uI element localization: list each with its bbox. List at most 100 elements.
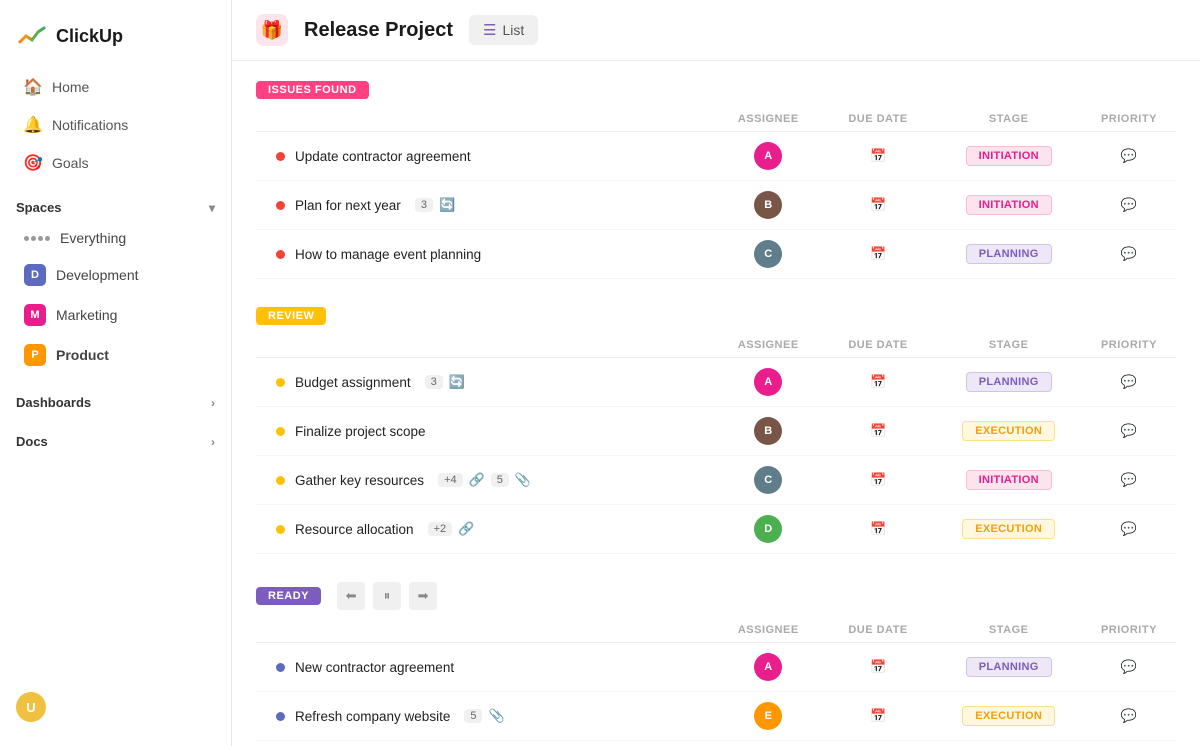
duedate-cell[interactable]: 📅 — [821, 456, 936, 505]
stage-badge[interactable]: INITIATION — [966, 470, 1052, 490]
col-header-name-issues — [256, 107, 716, 132]
spaces-collapse-icon: ▾ — [209, 201, 215, 215]
duedate-cell[interactable]: 📅 — [821, 181, 936, 230]
everything-icon — [24, 236, 50, 241]
sidebar-label-product: Product — [56, 347, 109, 363]
task-meta: 3🔄 — [425, 374, 465, 390]
paperclip-icon: 📎 — [515, 472, 531, 488]
priority-icon[interactable]: 💬 — [1121, 197, 1137, 212]
duedate-cell[interactable]: 📅 — [821, 358, 936, 407]
priority-icon[interactable]: 💬 — [1121, 472, 1137, 487]
priority-icon[interactable]: 💬 — [1121, 246, 1137, 261]
col-header-priority-issues: PRIORITY — [1082, 107, 1176, 132]
section-review: REVIEW ASSIGNEE DUE DATE STAGE PRIORITY … — [256, 307, 1176, 554]
section-ready: READY ⬅ ⏸ ➡ ASSIGNEE DUE DATE STAGE PRIO… — [256, 582, 1176, 746]
stage-badge[interactable]: EXECUTION — [962, 421, 1055, 441]
sidebar-label-goals: Goals — [52, 155, 89, 171]
task-dot — [276, 525, 285, 534]
duedate-cell[interactable]: 📅 — [821, 505, 936, 554]
task-count: 3 — [415, 198, 433, 212]
docs-label: Docs — [16, 434, 48, 449]
refresh-icon: 🔄 — [449, 374, 465, 390]
table-row: Update key objectives5📎 F 📅 EXECUTION 💬 — [256, 741, 1176, 746]
toolbar-btn-1[interactable]: ⬅ — [337, 582, 365, 610]
logo-area: ClickUp — [0, 12, 231, 68]
task-name[interactable]: Update contractor agreement — [295, 149, 471, 164]
toolbar-btn-3[interactable]: ➡ — [409, 582, 437, 610]
sidebar-item-marketing[interactable]: M Marketing — [8, 296, 223, 334]
sidebar-item-development[interactable]: D Development — [8, 256, 223, 294]
task-extra: +4 — [438, 473, 463, 487]
duedate-cell[interactable]: 📅 — [821, 407, 936, 456]
col-header-name-ready — [256, 618, 716, 643]
col-header-assignee-ready: ASSIGNEE — [716, 618, 821, 643]
sidebar-item-goals[interactable]: 🎯 Goals — [8, 145, 223, 181]
duedate-cell[interactable]: 📅 — [821, 230, 936, 279]
duedate-cell[interactable]: 📅 — [821, 692, 936, 741]
section-label-row-review: REVIEW — [256, 307, 1176, 325]
sidebar-item-notifications[interactable]: 🔔 Notifications — [8, 107, 223, 143]
sidebar-label-development: Development — [56, 267, 139, 283]
sidebar-item-product[interactable]: P Product — [8, 336, 223, 374]
stage-badge[interactable]: INITIATION — [966, 195, 1052, 215]
sidebar-section-dashboards[interactable]: Dashboards › — [0, 385, 231, 414]
refresh-icon: 🔄 — [439, 197, 455, 213]
task-name[interactable]: Finalize project scope — [295, 424, 426, 439]
stage-badge[interactable]: EXECUTION — [962, 706, 1055, 726]
table-row: Budget assignment3🔄 A 📅 PLANNING 💬 — [256, 358, 1176, 407]
duedate-cell[interactable]: 📅 — [821, 643, 936, 692]
task-name[interactable]: Resource allocation — [295, 522, 414, 537]
task-name[interactable]: How to manage event planning — [295, 247, 481, 262]
task-name[interactable]: Gather key resources — [295, 473, 424, 488]
project-title: Release Project — [304, 19, 453, 42]
table-row: New contractor agreement A 📅 PLANNING 💬 — [256, 643, 1176, 692]
user-avatar[interactable]: U — [16, 692, 46, 722]
sidebar: ClickUp 🏠 Home 🔔 Notifications 🎯 Goals S… — [0, 0, 232, 746]
table-row: Resource allocation +2🔗 D 📅 EXECUTION 💬 — [256, 505, 1176, 554]
sidebar-item-home[interactable]: 🏠 Home — [8, 69, 223, 105]
paperclip-icon: 📎 — [488, 708, 504, 724]
stage-badge[interactable]: INITIATION — [966, 146, 1052, 166]
home-icon: 🏠 — [24, 78, 42, 96]
stage-badge[interactable]: PLANNING — [966, 244, 1052, 264]
task-dot — [276, 663, 285, 672]
app-name: ClickUp — [56, 26, 123, 47]
task-name[interactable]: Budget assignment — [295, 375, 411, 390]
duedate-cell[interactable]: 📅 — [821, 741, 936, 746]
task-table-issues: ASSIGNEE DUE DATE STAGE PRIORITY Update … — [256, 107, 1176, 279]
spaces-label: Spaces — [16, 200, 62, 215]
avatar: D — [754, 515, 782, 543]
stage-badge[interactable]: PLANNING — [966, 372, 1052, 392]
task-name[interactable]: New contractor agreement — [295, 660, 454, 675]
docs-arrow-icon: › — [211, 435, 215, 449]
spaces-header[interactable]: Spaces ▾ — [0, 190, 231, 221]
task-count: 3 — [425, 375, 443, 389]
list-view-tab[interactable]: ☰ List — [469, 15, 538, 45]
col-header-duedate-ready: DUE DATE — [821, 618, 936, 643]
col-header-stage-review: STAGE — [936, 333, 1082, 358]
sidebar-item-everything[interactable]: Everything — [8, 222, 223, 254]
priority-icon[interactable]: 💬 — [1121, 708, 1137, 723]
priority-icon[interactable]: 💬 — [1121, 659, 1137, 674]
clickup-logo-icon — [16, 20, 48, 52]
task-name[interactable]: Refresh company website — [295, 709, 450, 724]
task-name[interactable]: Plan for next year — [295, 198, 401, 213]
task-dot — [276, 250, 285, 259]
priority-icon[interactable]: 💬 — [1121, 423, 1137, 438]
task-dot — [276, 712, 285, 721]
dashboards-arrow-icon: › — [211, 396, 215, 410]
sidebar-section-docs[interactable]: Docs › — [0, 424, 231, 453]
toolbar-btn-2[interactable]: ⏸ — [373, 582, 401, 610]
development-badge: D — [24, 264, 46, 286]
priority-icon[interactable]: 💬 — [1121, 521, 1137, 536]
main-content: 🎁 Release Project ☰ List ISSUES FOUND AS… — [232, 0, 1200, 746]
priority-icon[interactable]: 💬 — [1121, 374, 1137, 389]
priority-icon[interactable]: 💬 — [1121, 148, 1137, 163]
stage-badge[interactable]: PLANNING — [966, 657, 1052, 677]
sidebar-label-everything: Everything — [60, 230, 126, 246]
duedate-cell[interactable]: 📅 — [821, 132, 936, 181]
goals-icon: 🎯 — [24, 154, 42, 172]
section-issues-found: ISSUES FOUND ASSIGNEE DUE DATE STAGE PRI… — [256, 81, 1176, 279]
task-meta: +2🔗 — [428, 521, 475, 537]
stage-badge[interactable]: EXECUTION — [962, 519, 1055, 539]
